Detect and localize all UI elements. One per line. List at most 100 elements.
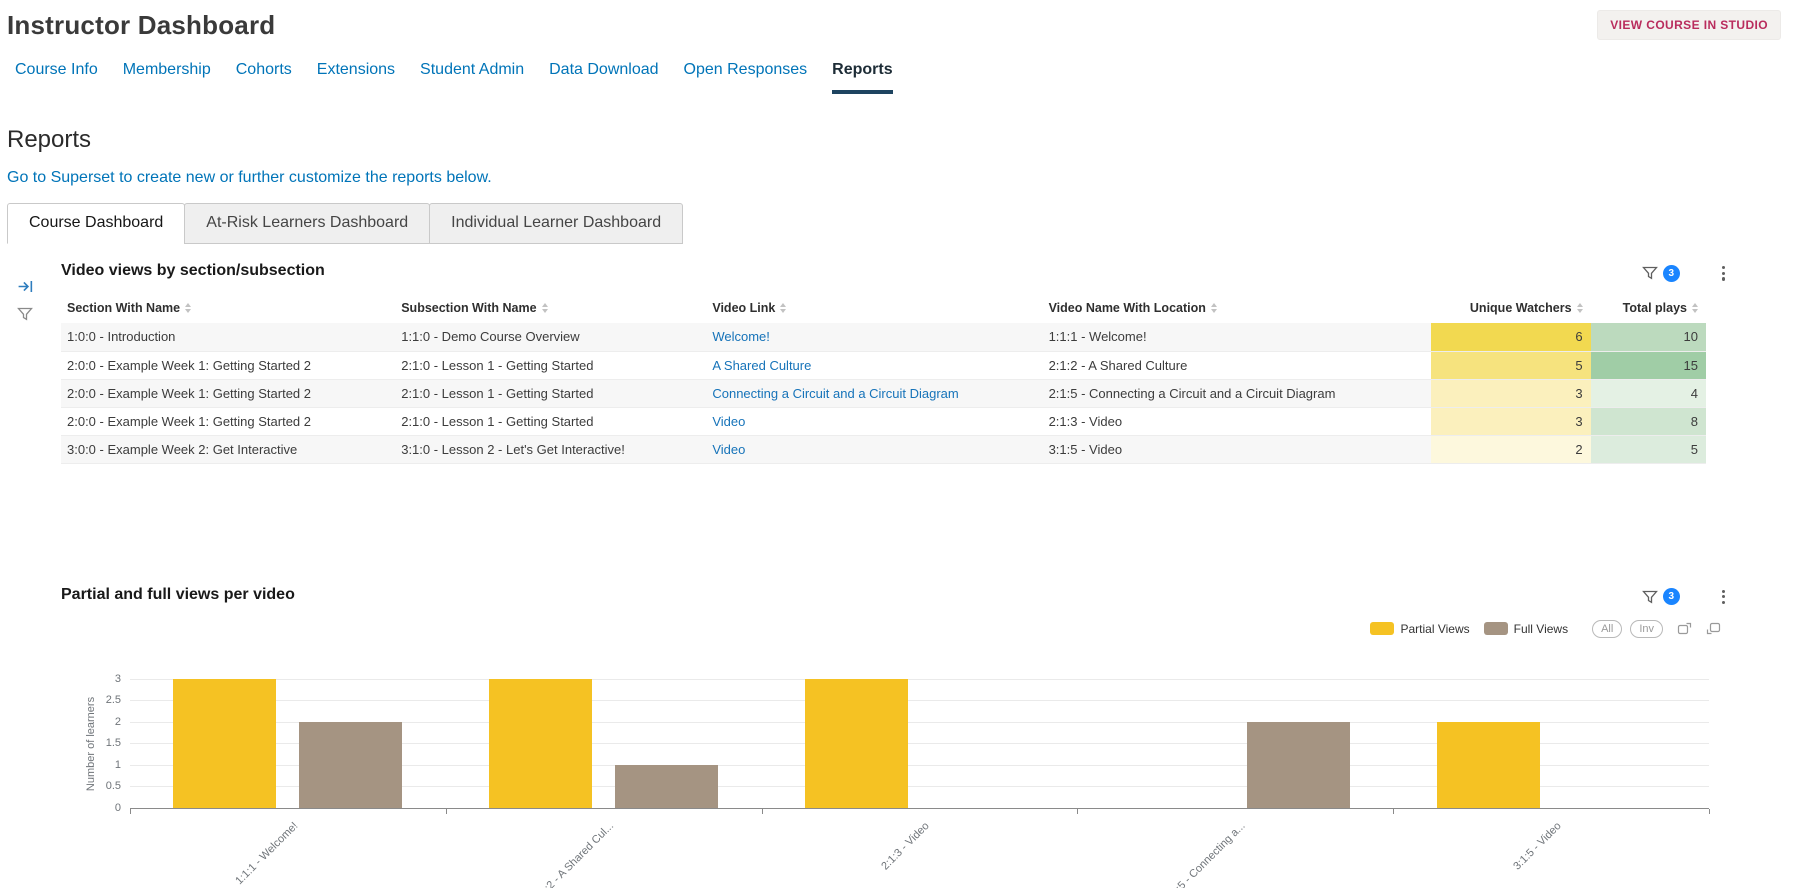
x-category-label: 2:1:2 - A Shared Cul...: [532, 820, 617, 888]
video-link[interactable]: Video: [712, 414, 745, 429]
cell-unique-watchers: 6: [1431, 323, 1591, 351]
view-course-in-studio-button[interactable]: VIEW COURSE IN STUDIO: [1597, 10, 1781, 40]
cell-unique-watchers: 5: [1431, 351, 1591, 379]
filter-count-badge: 3: [1663, 265, 1680, 282]
chart-legend-row: Partial Views Full Views All Inv: [61, 618, 1781, 640]
x-axis-tick: [1709, 809, 1710, 814]
cell-section: 2:0:0 - Example Week 1: Getting Started …: [61, 407, 395, 435]
table-header-row: Section With NameSubsection With NameVid…: [61, 293, 1706, 323]
cell-video-name: 3:1:5 - Video: [1043, 435, 1431, 463]
legend-item-full-views[interactable]: Full Views: [1484, 622, 1568, 636]
nav-tab-student-admin[interactable]: Student Admin: [420, 61, 524, 94]
nav-tab-course-info[interactable]: Course Info: [15, 61, 98, 94]
bar-chart: Number of learners 00.511.522.531:1:1 - …: [61, 658, 1781, 888]
bar-partial-views-2-1-3-video[interactable]: [805, 679, 908, 808]
top-header: Instructor Dashboard VIEW COURSE IN STUD…: [0, 0, 1795, 41]
cell-unique-watchers: 2: [1431, 435, 1591, 463]
bar-full-views-2-1-2-a-shared-cul[interactable]: [615, 765, 718, 808]
x-category-label: 1:1:1 - Welcome!: [233, 820, 300, 887]
sort-icon: [185, 303, 191, 313]
y-tick-label: 1.5: [81, 737, 121, 749]
superset-link[interactable]: Go to Superset to create new or further …: [7, 169, 1795, 187]
x-axis-line: [130, 808, 1709, 809]
column-header-unique-watchers[interactable]: Unique Watchers: [1431, 293, 1591, 323]
cell-total-plays: 15: [1591, 351, 1706, 379]
chart-card-actions: 3: [1642, 588, 1731, 607]
tab-course-dashboard[interactable]: Course Dashboard: [7, 203, 185, 244]
nav-tab-membership[interactable]: Membership: [123, 61, 211, 94]
sort-icon: [1577, 303, 1583, 313]
cell-video-link: Welcome!: [706, 323, 1042, 351]
chart-filter-control[interactable]: 3: [1642, 265, 1680, 282]
cell-section: 3:0:0 - Example Week 2: Get Interactive: [61, 435, 395, 463]
video-views-card: Video views by section/subsection 3 Sect…: [48, 252, 1781, 464]
x-category-label: 2:1:5 - Connecting a...: [1163, 820, 1248, 888]
cell-video-name: 2:1:5 - Connecting a Circuit and a Circu…: [1043, 379, 1431, 407]
cell-video-link: Video: [706, 435, 1042, 463]
y-tick-label: 2.5: [81, 694, 121, 706]
video-link[interactable]: Video: [712, 442, 745, 457]
x-category-label: 2:1:3 - Video: [880, 820, 932, 872]
funnel-icon: [1642, 589, 1658, 605]
legend-all-button[interactable]: All: [1592, 620, 1622, 638]
column-header-subsection-with-name[interactable]: Subsection With Name: [395, 293, 706, 323]
tab-at-risk-learners-dashboard[interactable]: At-Risk Learners Dashboard: [184, 203, 430, 244]
bar-partial-views-3-1-5-video[interactable]: [1437, 722, 1540, 808]
legend-swatch: [1370, 622, 1394, 635]
x-category-label: 3:1:5 - Video: [1511, 820, 1563, 872]
video-views-table: Section With NameSubsection With NameVid…: [61, 293, 1706, 464]
funnel-icon: [1642, 265, 1658, 281]
video-link[interactable]: Welcome!: [712, 329, 770, 344]
column-header-video-name-with-location[interactable]: Video Name With Location: [1043, 293, 1431, 323]
legend-label: Full Views: [1514, 622, 1568, 636]
cell-video-link: Connecting a Circuit and a Circuit Diagr…: [706, 379, 1042, 407]
table-row: 2:0:0 - Example Week 1: Getting Started …: [61, 379, 1706, 407]
y-tick-label: 2: [81, 716, 121, 728]
expand-filters-icon[interactable]: [17, 278, 34, 295]
nav-tab-data-download[interactable]: Data Download: [549, 61, 658, 94]
chart-filter-control[interactable]: 3: [1642, 588, 1680, 605]
x-axis-tick: [1393, 809, 1394, 814]
filter-funnel-icon[interactable]: [17, 306, 33, 322]
page-title: Instructor Dashboard: [7, 10, 275, 41]
nav-tab-extensions[interactable]: Extensions: [317, 61, 395, 94]
bar-partial-views-1-1-1-welcome[interactable]: [173, 679, 276, 808]
filter-count-badge: 3: [1663, 588, 1680, 605]
table-row: 2:0:0 - Example Week 1: Getting Started …: [61, 407, 1706, 435]
bar-full-views-1-1-1-welcome[interactable]: [299, 722, 402, 808]
x-axis-tick: [762, 809, 763, 814]
cell-video-name: 1:1:1 - Welcome!: [1043, 323, 1431, 351]
cell-total-plays: 4: [1591, 379, 1706, 407]
sort-icon: [1692, 303, 1698, 313]
cell-subsection: 3:1:0 - Lesson 2 - Let's Get Interactive…: [395, 435, 706, 463]
cell-video-name: 2:1:3 - Video: [1043, 407, 1431, 435]
table-row: 1:0:0 - Introduction1:1:0 - Demo Course …: [61, 323, 1706, 351]
nav-tab-open-responses[interactable]: Open Responses: [684, 61, 808, 94]
gridline: [130, 700, 1709, 701]
video-link[interactable]: A Shared Culture: [712, 358, 811, 373]
y-tick-label: 1: [81, 759, 121, 771]
legend-item-partial-views[interactable]: Partial Views: [1370, 622, 1469, 636]
nav-tab-cohorts[interactable]: Cohorts: [236, 61, 292, 94]
zoom-reset-icon[interactable]: [1706, 621, 1721, 636]
zoom-select-icon[interactable]: [1677, 621, 1692, 636]
column-header-total-plays[interactable]: Total plays: [1591, 293, 1706, 323]
cell-total-plays: 5: [1591, 435, 1706, 463]
video-link[interactable]: Connecting a Circuit and a Circuit Diagr…: [712, 386, 958, 401]
y-tick-label: 0: [81, 802, 121, 814]
column-header-video-link[interactable]: Video Link: [706, 293, 1042, 323]
dashboard-tabstrip: Course DashboardAt-Risk Learners Dashboa…: [7, 203, 1795, 244]
nav-tab-reports[interactable]: Reports: [832, 61, 892, 94]
bar-full-views-2-1-5-connecting-a[interactable]: [1247, 722, 1350, 808]
legend-inv-button[interactable]: Inv: [1630, 620, 1663, 638]
instructor-dashboard-page: Instructor Dashboard VIEW COURSE IN STUD…: [0, 0, 1795, 888]
sort-icon: [542, 303, 548, 313]
video-views-card-actions: 3: [1642, 264, 1731, 283]
kebab-menu-icon[interactable]: [1716, 588, 1731, 607]
column-header-section-with-name[interactable]: Section With Name: [61, 293, 395, 323]
bar-partial-views-2-1-2-a-shared-cul[interactable]: [489, 679, 592, 808]
cell-section: 1:0:0 - Introduction: [61, 323, 395, 351]
kebab-menu-icon[interactable]: [1716, 264, 1731, 283]
legend-label: Partial Views: [1400, 622, 1469, 636]
tab-individual-learner-dashboard[interactable]: Individual Learner Dashboard: [429, 203, 683, 244]
